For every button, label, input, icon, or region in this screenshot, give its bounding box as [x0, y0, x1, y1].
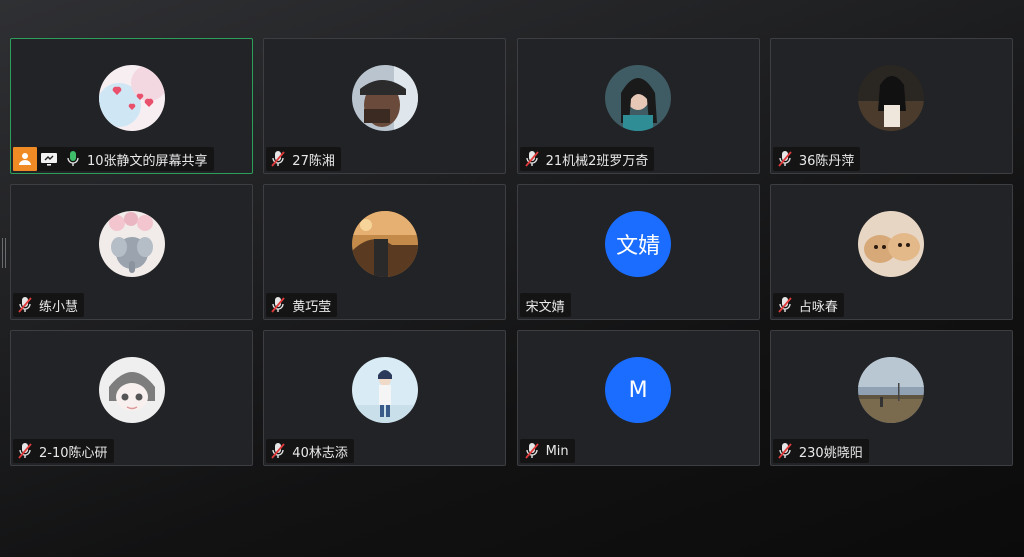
avatar: [98, 65, 165, 131]
participant-tile[interactable]: 2-10陈心研: [10, 330, 253, 466]
microphone-muted-icon[interactable]: [266, 439, 290, 463]
participant-tile[interactable]: 230姚晓阳: [769, 330, 1013, 466]
microphone-muted-icon[interactable]: [13, 293, 37, 317]
avatar-initials-text: M: [628, 377, 648, 403]
avatar: [98, 211, 165, 277]
participant-tile[interactable]: 36陈丹萍: [769, 38, 1013, 174]
participant-name: 21机械2班罗万奇: [545, 153, 649, 169]
participant-name: 宋文婧: [525, 299, 565, 315]
name-bar: 40林志添: [266, 439, 354, 463]
participant-name: 36陈丹萍: [798, 153, 855, 169]
participant-name: Min: [545, 443, 569, 459]
participant-name: 40林志添: [292, 445, 348, 461]
microphone-muted-icon[interactable]: [266, 293, 290, 317]
name-bar: 宋文婧: [519, 293, 571, 317]
avatar: [858, 65, 925, 131]
name-bar: 10张静文的屏幕共享: [13, 147, 214, 171]
name-bar: 黄巧莹: [266, 293, 338, 317]
microphone-muted-icon[interactable]: [520, 439, 544, 463]
microphone-muted-icon[interactable]: [13, 439, 37, 463]
avatar: [351, 211, 418, 277]
participant-tile[interactable]: 练小慧: [10, 184, 253, 320]
avatar: [858, 357, 925, 423]
name-bar: 230姚晓阳: [772, 439, 869, 463]
microphone-muted-icon[interactable]: [773, 439, 797, 463]
screen-share-icon: [37, 147, 61, 171]
name-bar: 21机械2班罗万奇: [519, 147, 655, 171]
participant-tile[interactable]: 文婧 宋文婧: [516, 184, 760, 320]
host-icon: [13, 147, 37, 171]
side-panel-handle[interactable]: [2, 238, 7, 268]
microphone-icon[interactable]: [61, 147, 85, 171]
participant-tile[interactable]: 40林志添: [263, 330, 507, 466]
participant-name: 黄巧莹: [292, 299, 332, 315]
avatar: [605, 65, 672, 131]
avatar-initials-text: 文婧: [616, 234, 661, 259]
microphone-muted-icon[interactable]: [266, 147, 290, 171]
participant-tile[interactable]: 21机械2班罗万奇: [516, 38, 760, 174]
avatar: [98, 357, 165, 423]
participant-tile[interactable]: 占咏春: [769, 184, 1013, 320]
microphone-muted-icon[interactable]: [773, 147, 797, 171]
avatar: [858, 211, 925, 277]
participant-tile[interactable]: 10张静文的屏幕共享: [10, 38, 253, 174]
name-bar: 27陈湘: [266, 147, 341, 171]
name-bar: 36陈丹萍: [772, 147, 861, 171]
microphone-muted-icon[interactable]: [773, 293, 797, 317]
participant-name: 10张静文的屏幕共享: [87, 153, 208, 169]
name-bar: 练小慧: [13, 293, 85, 317]
name-bar: Min: [519, 439, 575, 463]
participant-tile[interactable]: M Min: [516, 330, 760, 466]
participant-name: 230姚晓阳: [798, 445, 863, 461]
participant-tile[interactable]: 27陈湘: [263, 38, 507, 174]
avatar: [351, 65, 418, 131]
avatar: [351, 357, 418, 423]
participant-name: 27陈湘: [292, 153, 335, 169]
participant-tile[interactable]: 黄巧莹: [263, 184, 507, 320]
microphone-muted-icon[interactable]: [520, 147, 544, 171]
avatar-initials: M: [605, 357, 672, 423]
participant-name: 2-10陈心研: [39, 445, 108, 461]
video-grid: 10张静文的屏幕共享 27陈湘 21机械2班罗万奇 36陈丹萍 练小慧 黄巧莹 …: [10, 38, 1014, 466]
avatar-initials: 文婧: [605, 211, 672, 277]
name-bar: 占咏春: [772, 293, 844, 317]
participant-name: 占咏春: [798, 299, 838, 315]
name-bar: 2-10陈心研: [13, 439, 114, 463]
participant-name: 练小慧: [39, 299, 79, 315]
